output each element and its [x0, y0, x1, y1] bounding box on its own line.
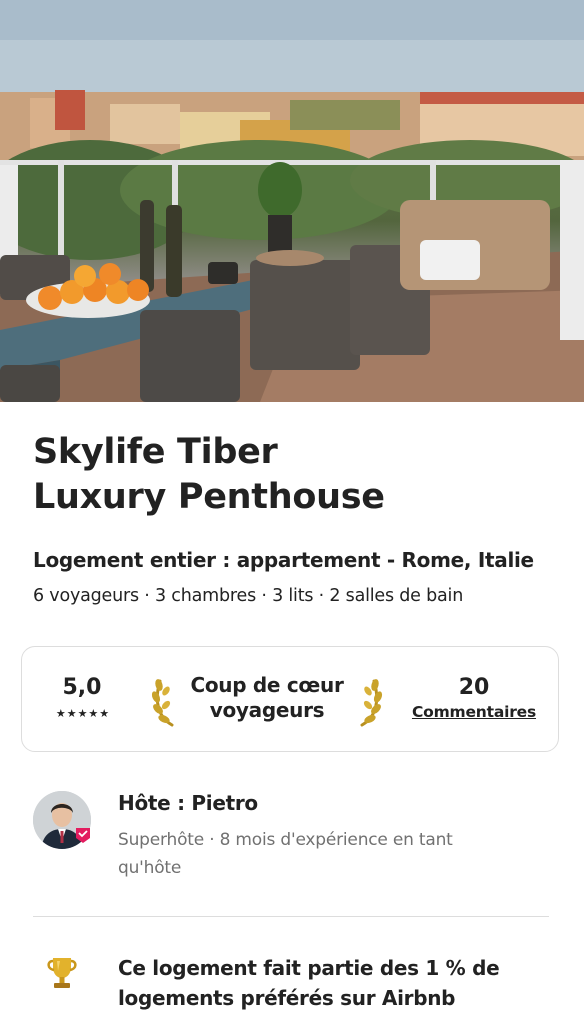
listing-title: Skylife Tiber Luxury Penthouse [33, 430, 553, 520]
reviews-count: 20 [458, 675, 490, 700]
listing-title-line-2: Luxury Penthouse [33, 477, 385, 517]
terrace-photo-illustration [0, 0, 584, 402]
reviews-link[interactable]: Commentaires [406, 703, 542, 721]
listing-page: Skylife Tiber Luxury Penthouse Logement … [0, 0, 584, 1023]
listing-title-line-1: Skylife Tiber [33, 432, 278, 472]
guest-favorite-line-2: voyageurs [209, 698, 325, 722]
top-listing-highlight: Ce logement fait partie des 1 % de logem… [118, 956, 500, 1010]
section-divider [33, 916, 549, 917]
host-name[interactable]: Hôte : Pietro [118, 791, 258, 815]
host-experience: Superhôte · 8 mois d'expérience en tant … [118, 830, 453, 878]
superhost-badge-icon [76, 828, 90, 843]
guest-favorite-line-1: Coup de cœur [190, 673, 344, 697]
laurel-right-icon [360, 679, 383, 727]
listing-photo[interactable] [0, 0, 584, 402]
trophy-icon [47, 958, 77, 988]
guest-favorite-card[interactable]: 5,0 ★★★★★ Coup de cœur voyageurs 20 Comm… [21, 646, 559, 752]
listing-type-location: Logement entier : appartement - Rome, It… [33, 548, 534, 572]
rating-stars-icon: ★★★★★ [55, 707, 111, 720]
laurel-left-icon [151, 679, 174, 727]
rating-value: 5,0 [62, 675, 102, 700]
listing-capacity-details: 6 voyageurs · 3 chambres · 3 lits · 2 sa… [33, 586, 464, 606]
guest-favorite-label: Coup de cœur voyageurs [180, 673, 354, 723]
